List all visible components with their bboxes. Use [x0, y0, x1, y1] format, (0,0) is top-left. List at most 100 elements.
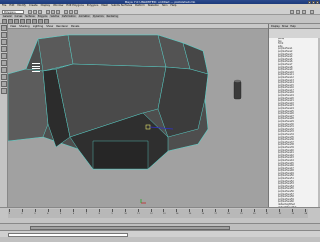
select-tool-icon[interactable]: [0, 25, 7, 31]
ipr-render-icon[interactable]: [296, 9, 300, 14]
time-tick: [227, 209, 229, 212]
time-tick: [214, 209, 216, 212]
time-tick-label: 12: [150, 213, 153, 215]
last-tool-icon[interactable]: [0, 67, 7, 73]
time-tick: [9, 209, 10, 212]
time-tick: [150, 209, 152, 212]
manipulator-tool-icon[interactable]: [0, 60, 7, 66]
time-tick-label: 14: [175, 213, 179, 215]
time-tick-label: 20: [253, 213, 256, 215]
time-tick-label: 6: [72, 213, 75, 215]
shelf-tab-rendering[interactable]: Rendering: [105, 15, 119, 18]
time-tick-label: 15: [188, 213, 192, 215]
range-slider-bar[interactable]: [30, 225, 230, 230]
single-view-layout-icon[interactable]: [0, 74, 7, 80]
time-tick-label: 10: [124, 213, 127, 215]
time-tick: [111, 209, 113, 212]
select-component-icon[interactable]: [56, 9, 60, 14]
time-tick-label: 24: [304, 213, 308, 215]
time-tick-label: 4: [47, 213, 49, 215]
time-tick: [60, 209, 61, 212]
snap-grid-icon[interactable]: [64, 9, 68, 14]
rotate-tool-icon[interactable]: [0, 46, 7, 52]
help-line: [0, 237, 320, 242]
outliner-list[interactable]: persp top front side polySurface1 polySurface…: [269, 38, 320, 207]
select-object-icon[interactable]: [51, 9, 55, 14]
shelf-tab-subdivs[interactable]: Subdivs: [49, 15, 61, 18]
shelf-tab-animation[interactable]: Animation: [77, 15, 91, 18]
select-hierarchy-icon[interactable]: [46, 9, 50, 14]
move-tool-icon[interactable]: [0, 39, 7, 45]
time-tick: [73, 209, 74, 212]
mesh-face-left: [8, 68, 49, 142]
hud-line: [32, 65, 40, 67]
attribute-editor-toggle-icon[interactable]: [310, 9, 314, 14]
open-scene-icon[interactable]: [33, 9, 37, 14]
hud-line: [32, 63, 40, 65]
time-slider[interactable]: 1 2 3 4 5 6 7 8 9 10 11 12 13 14 15 16 17 18 19 20 21 22 23 24: [0, 207, 320, 223]
time-tick: [189, 209, 190, 212]
time-tick: [305, 209, 306, 212]
save-scene-icon[interactable]: [38, 9, 42, 14]
time-tick: [176, 209, 177, 212]
outliner-menu-show[interactable]: Show: [282, 25, 288, 28]
time-tick-label: 9: [111, 213, 113, 215]
outliner-menu-display[interactable]: Display: [271, 25, 280, 28]
cylinder-object[interactable]: [233, 80, 242, 100]
panel-menu-panels[interactable]: Panels: [71, 24, 79, 29]
status-line: Polygons: [0, 8, 320, 15]
perspective-viewport[interactable]: [8, 29, 268, 207]
time-tick-label: 19: [240, 213, 243, 215]
time-tick-label: 8: [98, 213, 100, 215]
time-tick: [47, 209, 49, 212]
panel-menu-show[interactable]: Show: [46, 24, 53, 29]
outliner-panel: Display Show Help persp top front side polyS…: [268, 24, 320, 207]
time-tick: [253, 209, 255, 212]
panel-menu-shading[interactable]: Shading: [19, 24, 30, 29]
time-tick-label: 3: [34, 213, 36, 215]
time-tick-label: 13: [162, 213, 166, 215]
time-tick: [292, 209, 293, 212]
time-tick-label: 21: [265, 213, 269, 215]
time-tick: [163, 209, 164, 212]
lasso-tool-icon[interactable]: [0, 32, 7, 38]
command-input[interactable]: [8, 232, 128, 237]
time-ruler[interactable]: 1 2 3 4 5 6 7 8 9 10 11 12 13 14 15 16 17 18 19 20 21 22 23 24: [8, 209, 308, 218]
shelf-tab-deformation[interactable]: Deformation: [61, 15, 77, 18]
panel-menu-view[interactable]: View: [10, 24, 16, 29]
time-tick-label: 5: [59, 213, 62, 215]
panel-menu-lighting[interactable]: Lighting: [33, 24, 43, 29]
time-tick-label: 2: [21, 213, 23, 215]
four-view-layout-icon[interactable]: [0, 81, 7, 87]
snap-curve-icon[interactable]: [69, 9, 73, 14]
outliner-menu-help[interactable]: Help: [290, 25, 295, 28]
time-tick-label: 16: [201, 213, 205, 215]
render-globals-icon[interactable]: [302, 9, 306, 14]
scale-tool-icon[interactable]: [0, 53, 7, 59]
command-line: [0, 230, 320, 237]
hud-line: [32, 68, 40, 70]
time-tick: [202, 209, 203, 212]
outliner-layout-icon[interactable]: [0, 88, 7, 94]
outliner-menu: Display Show Help: [269, 24, 320, 29]
viewport-scene: [8, 34, 242, 204]
time-tick-label: 22: [278, 213, 282, 215]
time-tick: [99, 209, 100, 212]
snap-point-icon[interactable]: [74, 9, 78, 14]
time-tick-label: 7: [85, 213, 87, 215]
time-tick: [86, 209, 87, 212]
time-tick: [21, 209, 23, 212]
time-tick: [266, 209, 267, 212]
menu-set-selector[interactable]: Polygons: [2, 9, 24, 14]
toolbox: [0, 24, 8, 224]
shelf-tool-icon[interactable]: [2, 18, 7, 24]
mesh-face-top-mid: [67, 34, 167, 68]
cylinder-top: [234, 79, 241, 83]
hud-line: [32, 70, 40, 73]
new-scene-icon[interactable]: [28, 9, 32, 14]
time-tick: [240, 209, 242, 212]
panel-menu-renderer[interactable]: Renderer: [56, 24, 68, 29]
shelf-tab-dynamics[interactable]: Dynamics: [91, 15, 105, 18]
time-tick-label: 1: [8, 213, 10, 215]
render-icon[interactable]: [290, 9, 294, 14]
